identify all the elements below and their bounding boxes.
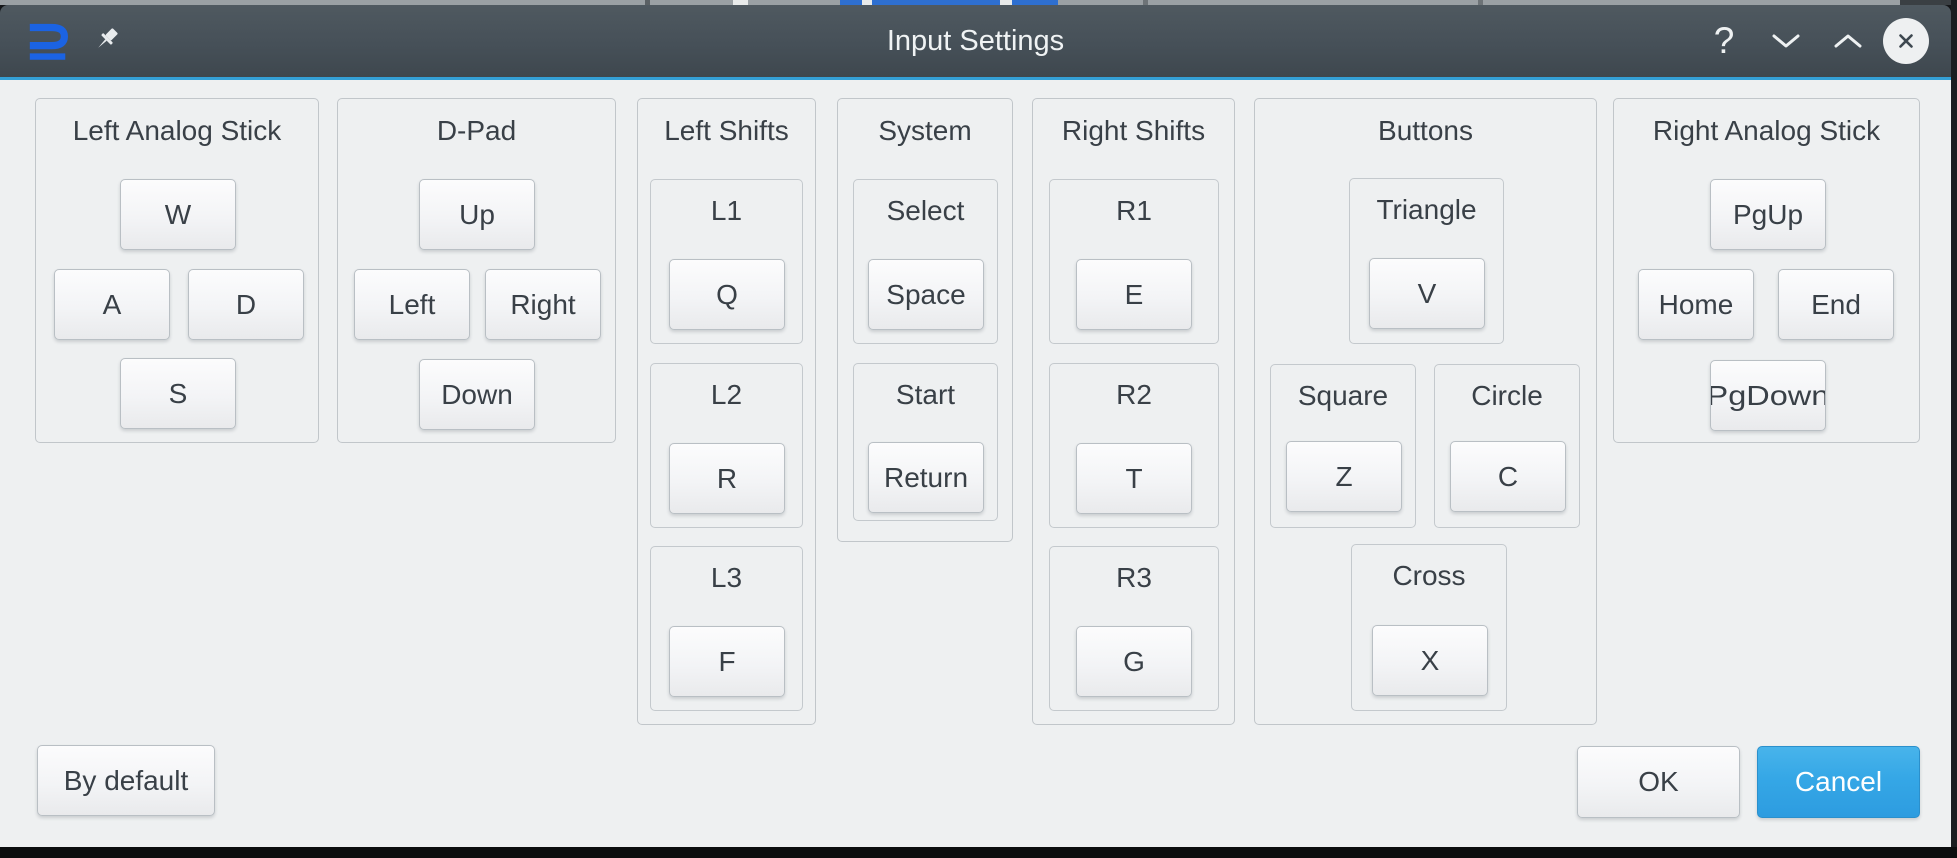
subgroup-title: L1	[651, 195, 802, 227]
subgroup-title: L3	[651, 562, 802, 594]
group-system: System Select Space Start Return	[837, 98, 1013, 542]
subgroup-title: R2	[1050, 379, 1218, 411]
group-title: Buttons	[1255, 115, 1596, 147]
subgroup-title: R3	[1050, 562, 1218, 594]
right-analog-down-key-button[interactable]: PgDown	[1710, 360, 1826, 431]
close-icon[interactable]	[1883, 18, 1929, 64]
subgroup-circle: Circle C	[1434, 364, 1580, 528]
r3-key-button[interactable]: G	[1076, 626, 1192, 697]
group-right-shifts: Right Shifts R1 E R2 T R3 G	[1032, 98, 1235, 725]
group-title: Right Analog Stick	[1614, 115, 1919, 147]
ok-button[interactable]: OK	[1577, 746, 1740, 818]
subgroup-title: R1	[1050, 195, 1218, 227]
cross-key-button[interactable]: X	[1372, 625, 1488, 696]
subgroup-title: Triangle	[1350, 194, 1503, 226]
window-title: Input Settings	[0, 5, 1951, 77]
group-title: D-Pad	[338, 115, 615, 147]
subgroup-cross: Cross X	[1351, 544, 1507, 711]
by-default-button[interactable]: By default	[37, 745, 215, 816]
circle-key-button[interactable]: C	[1450, 441, 1566, 512]
r2-key-button[interactable]: T	[1076, 443, 1192, 514]
desktop-edge-bottom	[0, 847, 1957, 858]
dpad-down-key-button[interactable]: Down	[419, 359, 535, 430]
l2-key-button[interactable]: R	[669, 443, 785, 514]
subgroup-title: Start	[854, 379, 997, 411]
subgroup-title: L2	[651, 379, 802, 411]
subgroup-start: Start Return	[853, 363, 998, 521]
triangle-key-button[interactable]: V	[1369, 258, 1485, 329]
subgroup-l1: L1 Q	[650, 179, 803, 344]
group-dpad: D-Pad Up Left Right Down	[337, 98, 616, 443]
group-left-analog-stick: Left Analog Stick W A D S	[35, 98, 319, 443]
group-buttons: Buttons Triangle V Square Z Circle C Cro…	[1254, 98, 1597, 725]
right-analog-up-key-button[interactable]: PgUp	[1710, 179, 1826, 250]
subgroup-l2: L2 R	[650, 363, 803, 528]
start-key-button[interactable]: Return	[868, 442, 984, 513]
dpad-up-key-button[interactable]: Up	[419, 179, 535, 250]
subgroup-select: Select Space	[853, 179, 998, 344]
left-analog-left-key-button[interactable]: A	[54, 269, 170, 340]
left-analog-right-key-button[interactable]: D	[188, 269, 304, 340]
subgroup-square: Square Z	[1270, 364, 1416, 528]
r1-key-button[interactable]: E	[1076, 259, 1192, 330]
titlebar[interactable]: Input Settings ?	[0, 5, 1951, 77]
square-key-button[interactable]: Z	[1286, 441, 1402, 512]
subgroup-title: Circle	[1435, 380, 1579, 412]
dpad-right-key-button[interactable]: Right	[485, 269, 601, 340]
subgroup-title: Cross	[1352, 560, 1506, 592]
group-left-shifts: Left Shifts L1 Q L2 R L3 F	[637, 98, 816, 725]
right-analog-right-key-button[interactable]: End	[1778, 269, 1894, 340]
screen: Input Settings ? Left Analog Stick W A D	[0, 0, 1957, 858]
group-title: Left Shifts	[638, 115, 815, 147]
help-icon[interactable]: ?	[1708, 21, 1740, 61]
l1-key-button[interactable]: Q	[669, 259, 785, 330]
dpad-left-key-button[interactable]: Left	[354, 269, 470, 340]
dialog-content: Left Analog Stick W A D S D-Pad Up Left …	[0, 80, 1951, 847]
left-analog-up-key-button[interactable]: W	[120, 179, 236, 250]
chevron-up-icon[interactable]	[1832, 21, 1864, 61]
select-key-button[interactable]: Space	[868, 259, 984, 330]
subgroup-r1: R1 E	[1049, 179, 1219, 344]
left-analog-down-key-button[interactable]: S	[120, 358, 236, 429]
l3-key-button[interactable]: F	[669, 626, 785, 697]
subgroup-title: Square	[1271, 380, 1415, 412]
desktop-edge-right	[1951, 0, 1957, 858]
group-title: Left Analog Stick	[36, 115, 318, 147]
subgroup-triangle: Triangle V	[1349, 178, 1504, 344]
group-right-analog-stick: Right Analog Stick PgUp Home End PgDown	[1613, 98, 1920, 443]
subgroup-r3: R3 G	[1049, 546, 1219, 711]
subgroup-l3: L3 F	[650, 546, 803, 711]
cancel-button[interactable]: Cancel	[1757, 746, 1920, 818]
subgroup-r2: R2 T	[1049, 363, 1219, 528]
subgroup-title: Select	[854, 195, 997, 227]
group-title: System	[838, 115, 1012, 147]
group-title: Right Shifts	[1033, 115, 1234, 147]
chevron-down-icon[interactable]	[1770, 21, 1802, 61]
right-analog-left-key-button[interactable]: Home	[1638, 269, 1754, 340]
